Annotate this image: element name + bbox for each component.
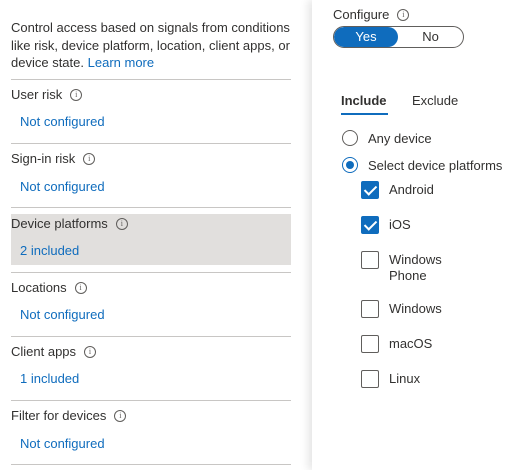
condition-client-apps-value[interactable]: 1 included — [20, 371, 79, 386]
android-label: Android — [389, 182, 434, 197]
linux-label: Linux — [389, 371, 421, 386]
windows-label: Windows — [389, 301, 442, 316]
divider — [11, 272, 291, 273]
condition-user-risk-label: User risk i — [11, 87, 83, 102]
info-icon[interactable]: i — [84, 345, 97, 358]
conditions-panel: Control access based on signals from con… — [0, 0, 301, 470]
condition-label: User risk — [11, 87, 63, 102]
configure-yes-button[interactable]: Yes — [334, 27, 398, 47]
macos-checkbox[interactable] — [361, 335, 379, 353]
android-checkbox[interactable] — [361, 181, 379, 199]
any-device-radio[interactable] — [342, 130, 358, 146]
condition-locations-label: Locations i — [11, 280, 87, 295]
device-platforms-pane — [312, 0, 507, 470]
windows-phone-label-line2: Phone — [389, 268, 427, 283]
condition-filter-devices-label: Filter for devices i — [11, 408, 127, 423]
condition-label: Filter for devices — [11, 408, 107, 423]
info-icon[interactable]: i — [397, 8, 410, 21]
divider — [11, 400, 291, 401]
divider — [11, 336, 291, 337]
condition-sign-in-risk-value[interactable]: Not configured — [20, 179, 105, 194]
info-icon[interactable]: i — [114, 409, 127, 422]
condition-user-risk-value[interactable]: Not configured — [20, 114, 105, 129]
ios-checkbox[interactable] — [361, 216, 379, 234]
condition-client-apps-label: Client apps i — [11, 344, 97, 359]
condition-device-platforms-label: Device platforms i — [11, 216, 128, 231]
learn-more-link[interactable]: Learn more — [88, 55, 154, 70]
info-icon[interactable]: i — [83, 152, 96, 165]
windows-phone-label-line1: Windows — [389, 252, 442, 267]
condition-label: Client apps — [11, 344, 77, 359]
configure-no-button[interactable]: No — [398, 27, 463, 47]
windows-phone-label: Windows Phone — [389, 252, 442, 284]
tab-include-underline — [341, 113, 388, 115]
any-device-label: Any device — [368, 131, 432, 146]
macos-label: macOS — [389, 336, 433, 351]
divider — [11, 79, 291, 80]
ios-label: iOS — [389, 217, 411, 232]
condition-device-platforms-value[interactable]: 2 included — [20, 243, 79, 258]
windows-checkbox[interactable] — [361, 300, 379, 318]
info-icon[interactable]: i — [70, 88, 83, 101]
configure-label: Configure i — [333, 7, 410, 22]
condition-label: Device platforms — [11, 216, 108, 231]
condition-label: Locations — [11, 280, 67, 295]
select-device-platforms-radio[interactable] — [342, 157, 358, 173]
intro-text: Control access based on signals from con… — [11, 19, 296, 72]
select-device-platforms-label: Select device platforms — [368, 158, 503, 173]
info-icon[interactable]: i — [74, 281, 87, 294]
configure-label-text: Configure — [333, 7, 390, 22]
divider — [11, 143, 291, 144]
tab-exclude[interactable]: Exclude — [412, 93, 458, 108]
condition-sign-in-risk-label: Sign-in risk i — [11, 151, 96, 166]
configure-toggle[interactable]: Yes No — [333, 26, 464, 48]
condition-label: Sign-in risk — [11, 151, 76, 166]
linux-checkbox[interactable] — [361, 370, 379, 388]
windows-phone-checkbox[interactable] — [361, 251, 379, 269]
divider — [11, 464, 291, 465]
info-icon[interactable]: i — [115, 217, 128, 230]
condition-locations-value[interactable]: Not configured — [20, 307, 105, 322]
divider — [11, 207, 291, 208]
condition-filter-devices-value[interactable]: Not configured — [20, 436, 105, 451]
tab-include[interactable]: Include — [341, 93, 387, 108]
